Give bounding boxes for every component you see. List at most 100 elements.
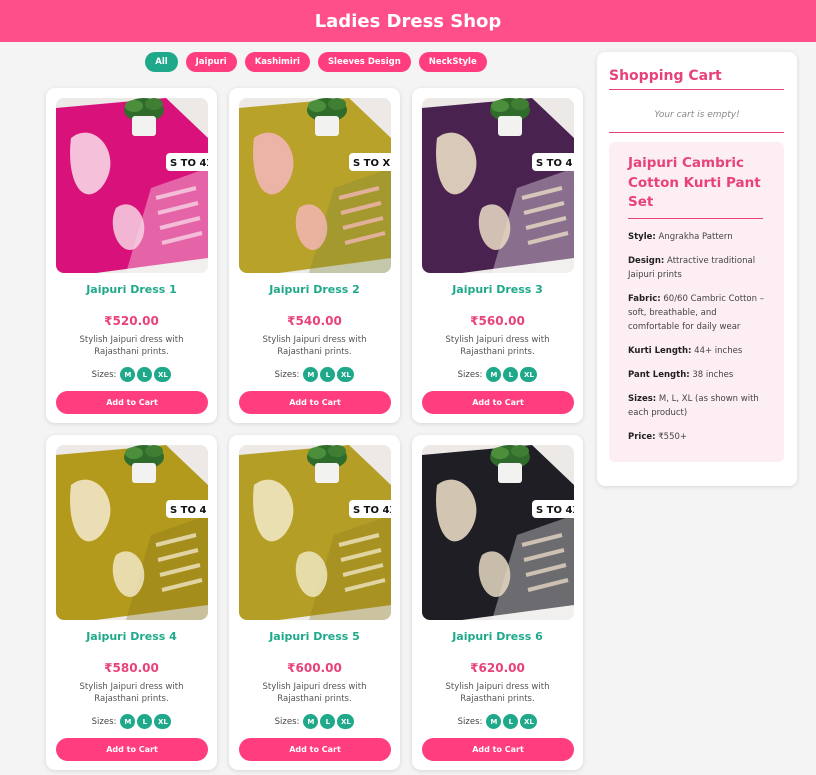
- product-price: ₹580.00: [104, 661, 159, 675]
- size-range-badge: S TO 4X: [536, 505, 574, 516]
- size-xl[interactable]: XL: [520, 714, 538, 729]
- product-card: S TO 4X Jaipuri Dress 1 ₹520.00 Stylish …: [46, 88, 217, 423]
- product-price: ₹600.00: [287, 661, 342, 675]
- add-to-cart-button[interactable]: Add to Cart: [56, 738, 208, 761]
- size-options: Sizes: M L XL: [412, 367, 583, 382]
- product-name: Jaipuri Dress 1: [86, 283, 177, 296]
- product-image[interactable]: S TO 4X: [56, 98, 208, 273]
- info-row-style: Style: Angrakha Pattern: [628, 230, 770, 244]
- divider: [609, 132, 784, 133]
- size-xl[interactable]: XL: [154, 714, 172, 729]
- sizes-label: Sizes:: [91, 369, 117, 380]
- cart-empty-message: Your cart is empty!: [654, 110, 740, 120]
- product-card: S TO 4 Jaipuri Dress 4 ₹580.00 Stylish J…: [46, 435, 217, 770]
- divider: [628, 217, 763, 219]
- info-value: 44+ inches: [694, 345, 743, 356]
- size-range-badge: S TO 4: [536, 158, 572, 169]
- size-m[interactable]: M: [120, 367, 136, 382]
- divider: [609, 89, 784, 90]
- info-row-kurti-length: Kurti Length: 44+ inches: [628, 344, 770, 358]
- size-m[interactable]: M: [120, 714, 136, 729]
- size-xl[interactable]: XL: [337, 367, 355, 382]
- product-image[interactable]: S TO 4: [56, 445, 208, 620]
- filter-sleeves-design[interactable]: Sleeves Design: [317, 52, 411, 72]
- size-xl[interactable]: XL: [520, 367, 538, 382]
- info-value: Angrakha Pattern: [658, 231, 733, 242]
- product-name: Jaipuri Dress 5: [269, 630, 360, 643]
- product-card: S TO 4X Jaipuri Dress 6 ₹620.00 Stylish …: [412, 435, 583, 770]
- sizes-label: Sizes:: [457, 716, 483, 727]
- site-header: Ladies Dress Shop: [0, 0, 816, 42]
- size-l[interactable]: L: [137, 714, 153, 729]
- size-m[interactable]: M: [486, 367, 502, 382]
- info-label: Design:: [628, 255, 665, 266]
- sizes-label: Sizes:: [91, 716, 117, 727]
- size-options: Sizes: M L XL: [229, 714, 400, 729]
- dress-photo: S TO 4: [422, 98, 574, 273]
- sizes-label: Sizes:: [274, 369, 300, 380]
- info-row-design: Design: Attractive traditional Jaipuri p…: [628, 254, 770, 282]
- filter-neckstyle[interactable]: NeckStyle: [418, 52, 487, 72]
- dress-photo: S TO 4X: [56, 98, 208, 273]
- product-image[interactable]: S TO 4X: [239, 445, 391, 620]
- size-l[interactable]: L: [503, 367, 519, 382]
- product-description: Stylish Jaipuri dress with Rajasthani pr…: [445, 682, 550, 704]
- info-row-pant-length: Pant Length: 38 inches: [628, 368, 770, 382]
- product-description: Stylish Jaipuri dress with Rajasthani pr…: [79, 682, 184, 704]
- size-range-badge: S TO 4X: [170, 158, 208, 169]
- dress-photo: S TO 4X: [422, 445, 574, 620]
- size-xl[interactable]: XL: [154, 367, 172, 382]
- dress-photo: S TO X: [239, 98, 391, 273]
- size-m[interactable]: M: [303, 714, 319, 729]
- size-m[interactable]: M: [303, 367, 319, 382]
- info-label: Price:: [628, 431, 656, 442]
- product-card: S TO 4 Jaipuri Dress 3 ₹560.00 Stylish J…: [412, 88, 583, 423]
- product-image[interactable]: S TO X: [239, 98, 391, 273]
- product-info-box: Jaipuri Cambric Cotton Kurti Pant Set St…: [609, 142, 784, 462]
- category-filters: All Jaipuri Kashimiri Sleeves Design Nec…: [46, 52, 586, 72]
- size-options: Sizes: M L XL: [46, 714, 217, 729]
- product-price: ₹560.00: [470, 314, 525, 328]
- info-label: Pant Length:: [628, 369, 690, 380]
- filter-kashimiri[interactable]: Kashimiri: [244, 52, 310, 72]
- size-l[interactable]: L: [320, 367, 336, 382]
- product-name: Jaipuri Dress 3: [452, 283, 543, 296]
- size-m[interactable]: M: [486, 714, 502, 729]
- dress-photo: S TO 4: [56, 445, 208, 620]
- product-price: ₹540.00: [287, 314, 342, 328]
- size-range-badge: S TO X: [353, 158, 390, 169]
- size-range-badge: S TO 4X: [353, 505, 391, 516]
- add-to-cart-button[interactable]: Add to Cart: [56, 391, 208, 414]
- size-l[interactable]: L: [320, 714, 336, 729]
- info-title: Jaipuri Cambric Cotton Kurti Pant Set: [628, 155, 761, 210]
- product-image[interactable]: S TO 4: [422, 98, 574, 273]
- size-xl[interactable]: XL: [337, 714, 355, 729]
- product-name: Jaipuri Dress 2: [269, 283, 360, 296]
- product-card: S TO 4X Jaipuri Dress 5 ₹600.00 Stylish …: [229, 435, 400, 770]
- add-to-cart-button[interactable]: Add to Cart: [239, 391, 391, 414]
- product-grid: S TO 4X Jaipuri Dress 1 ₹520.00 Stylish …: [46, 88, 583, 770]
- add-to-cart-button[interactable]: Add to Cart: [422, 738, 574, 761]
- product-card: S TO X Jaipuri Dress 2 ₹540.00 Stylish J…: [229, 88, 400, 423]
- sizes-label: Sizes:: [457, 369, 483, 380]
- info-label: Fabric:: [628, 293, 661, 304]
- product-description: Stylish Jaipuri dress with Rajasthani pr…: [262, 682, 367, 704]
- size-l[interactable]: L: [137, 367, 153, 382]
- filter-all[interactable]: All: [145, 52, 178, 72]
- product-description: Stylish Jaipuri dress with Rajasthani pr…: [79, 335, 184, 357]
- info-value: ₹550+: [658, 431, 688, 442]
- product-image[interactable]: S TO 4X: [422, 445, 574, 620]
- dress-photo: S TO 4X: [239, 445, 391, 620]
- info-value: 38 inches: [692, 369, 734, 380]
- filter-jaipuri[interactable]: Jaipuri: [185, 52, 237, 72]
- size-options: Sizes: M L XL: [46, 367, 217, 382]
- size-l[interactable]: L: [503, 714, 519, 729]
- sizes-label: Sizes:: [274, 716, 300, 727]
- product-price: ₹620.00: [470, 661, 525, 675]
- add-to-cart-button[interactable]: Add to Cart: [239, 738, 391, 761]
- cart-title: Shopping Cart: [609, 68, 722, 84]
- add-to-cart-button[interactable]: Add to Cart: [422, 391, 574, 414]
- product-price: ₹520.00: [104, 314, 159, 328]
- size-range-badge: S TO 4: [170, 505, 206, 516]
- info-row-sizes: Sizes: M, L, XL (as shown with each prod…: [628, 392, 770, 420]
